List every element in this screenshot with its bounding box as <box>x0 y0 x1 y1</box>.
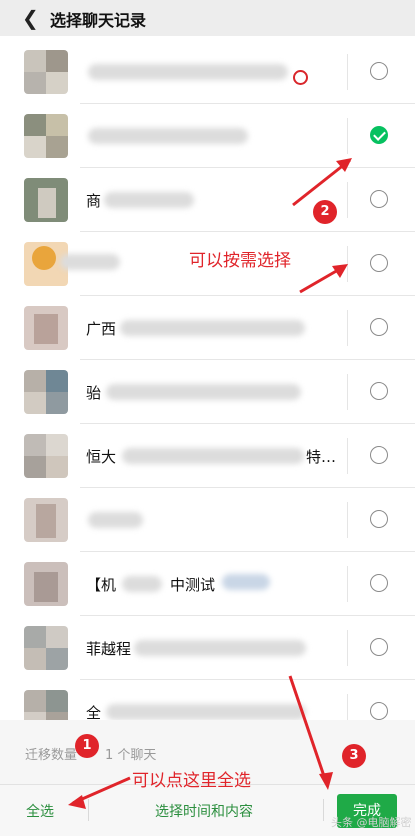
chat-row[interactable]: 菲越程 <box>0 616 415 680</box>
migrate-count-label: 迁移数量 <box>25 748 78 763</box>
chat-name-tail: 特… <box>306 448 337 466</box>
chat-row[interactable]: 商 <box>0 168 415 232</box>
select-radio[interactable] <box>370 190 388 208</box>
redacted-text <box>122 576 162 592</box>
chat-row[interactable]: 广西 <box>0 296 415 360</box>
select-radio[interactable] <box>370 382 388 400</box>
select-radio[interactable] <box>370 510 388 528</box>
chat-list[interactable]: 商 广西 骀 恒大 特… 【机 中测试 菲越程 全 <box>0 36 415 720</box>
annotation-badge: 2 <box>313 200 337 224</box>
select-time-content-button[interactable]: 选择时间和内容 <box>155 801 253 821</box>
redacted-text <box>88 64 288 80</box>
chat-name: 全 <box>86 704 102 720</box>
chat-row[interactable]: 【机 中测试 <box>0 552 415 616</box>
select-radio[interactable] <box>370 574 388 592</box>
redacted-text <box>88 512 143 528</box>
redacted-text <box>134 640 306 656</box>
avatar <box>24 434 68 478</box>
top-bar: ❮ 选择聊天记录 <box>0 0 415 36</box>
avatar <box>24 178 68 222</box>
chat-name: 【机 <box>86 576 117 594</box>
page-title: 选择聊天记录 <box>50 11 147 30</box>
red-circle-mark <box>293 70 308 85</box>
annotation-note-select: 可以按需选择 <box>189 251 291 271</box>
chat-row[interactable] <box>0 488 415 552</box>
chat-name: 菲越程 <box>86 640 132 658</box>
select-radio[interactable] <box>370 702 388 720</box>
avatar <box>24 370 68 414</box>
redacted-text <box>222 574 270 590</box>
select-radio[interactable] <box>370 318 388 336</box>
avatar <box>24 498 68 542</box>
chat-name: 恒大 <box>86 448 117 466</box>
chat-name: 广西 <box>86 320 117 338</box>
redacted-text <box>60 254 120 270</box>
avatar <box>24 306 68 350</box>
redacted-text <box>120 320 305 336</box>
annotation-badge: 1 <box>75 734 99 758</box>
annotation-note-select-all: 可以点这里全选 <box>132 771 251 791</box>
watermark: 头条 @电脑解密 <box>331 816 412 829</box>
redacted-text <box>106 384 301 400</box>
chat-name: 骀 <box>86 384 102 402</box>
select-all-button[interactable]: 全选 <box>26 801 54 821</box>
redacted-text <box>106 704 306 720</box>
chat-row[interactable]: 全 <box>0 680 415 720</box>
chat-row[interactable] <box>0 40 415 104</box>
chat-row[interactable]: 骀 <box>0 360 415 424</box>
redacted-text <box>122 448 304 464</box>
avatar <box>24 626 68 670</box>
chat-name: 商 <box>86 192 102 210</box>
chat-row[interactable]: 恒大 特… <box>0 424 415 488</box>
select-radio-checked[interactable] <box>370 126 388 144</box>
annotation-badge: 3 <box>342 744 366 768</box>
avatar <box>24 114 68 158</box>
select-radio[interactable] <box>370 62 388 80</box>
chevron-left-icon[interactable]: ❮ <box>22 6 39 30</box>
select-radio[interactable] <box>370 254 388 272</box>
redacted-text <box>88 128 248 144</box>
avatar <box>24 50 68 94</box>
select-radio[interactable] <box>370 638 388 656</box>
redacted-text <box>104 192 194 208</box>
chat-name-tail: 中测试 <box>170 576 216 594</box>
avatar <box>24 562 68 606</box>
select-radio[interactable] <box>370 446 388 464</box>
avatar <box>24 690 68 720</box>
chat-row[interactable] <box>0 104 415 168</box>
migrate-count-value: 1 个聊天 <box>105 748 157 763</box>
